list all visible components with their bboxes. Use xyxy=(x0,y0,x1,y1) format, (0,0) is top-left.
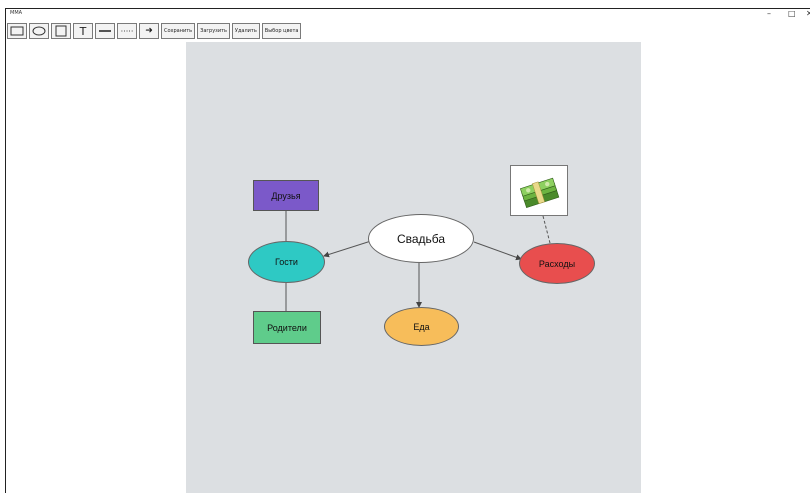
app-title: MMA xyxy=(10,10,23,16)
node-guests-label: Гости xyxy=(275,257,298,267)
ellipse-icon xyxy=(32,26,46,36)
dashed-line-icon: ····· xyxy=(120,26,134,36)
node-friends[interactable]: Друзья xyxy=(253,180,319,211)
node-food-label: Еда xyxy=(413,321,430,332)
square-tool-button[interactable] xyxy=(51,23,71,39)
rectangle-icon xyxy=(10,26,24,36)
title-bar: MMA – □ ✕ xyxy=(6,9,810,22)
node-food[interactable]: Еда xyxy=(384,307,459,346)
line-icon xyxy=(99,30,111,32)
node-guests[interactable]: Гости xyxy=(248,241,325,283)
load-button[interactable]: Загрузить xyxy=(197,23,230,39)
money-icon xyxy=(519,177,560,208)
arrow-icon: ➜ xyxy=(145,26,153,36)
edge-expenses-image[interactable] xyxy=(542,215,551,244)
node-parents-label: Родители xyxy=(267,322,307,333)
square-icon xyxy=(55,25,67,37)
dashed-line-tool-button[interactable]: ····· xyxy=(117,23,137,39)
node-parents[interactable]: Родители xyxy=(253,311,321,344)
arrow-tool-button[interactable]: ➜ xyxy=(139,23,159,39)
node-center[interactable]: Свадьба xyxy=(368,214,474,263)
text-tool-button[interactable]: T xyxy=(73,23,93,39)
rectangle-tool-button[interactable] xyxy=(7,23,27,39)
minimize-button[interactable]: – xyxy=(767,9,771,19)
node-center-label: Свадьба xyxy=(396,231,446,246)
save-button[interactable]: Сохранить xyxy=(161,23,196,39)
node-friends-label: Друзья xyxy=(271,190,301,201)
edge-center-expenses[interactable] xyxy=(473,241,522,261)
toolbar: T ····· ➜ Сохранить Загрузить Удалить Вы… xyxy=(7,23,302,41)
delete-button[interactable]: Удалить xyxy=(231,23,260,39)
ellipse-tool-button[interactable] xyxy=(29,23,49,39)
line-tool-button[interactable] xyxy=(95,23,115,39)
node-image[interactable] xyxy=(510,165,568,216)
text-icon: T xyxy=(79,24,87,38)
color-picker-button[interactable]: Выбор цвета xyxy=(261,23,302,39)
edge-center-guests[interactable] xyxy=(323,240,372,258)
maximize-button[interactable]: □ xyxy=(788,9,796,19)
close-button[interactable]: ✕ xyxy=(806,9,810,19)
node-expenses[interactable]: Расходы xyxy=(519,243,595,284)
drawing-canvas[interactable]: Друзья Гости Родители Свадьба Еда Расход… xyxy=(186,42,641,493)
node-expenses-label: Расходы xyxy=(538,258,576,269)
